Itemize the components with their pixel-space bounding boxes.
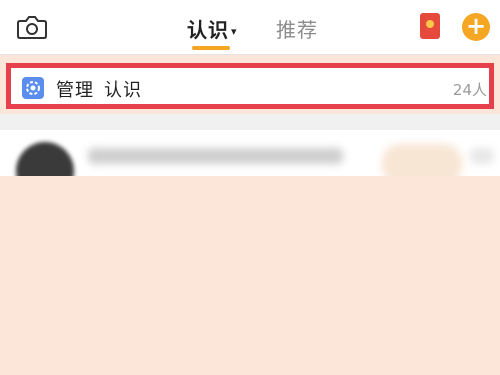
blurred-text (88, 148, 343, 164)
chevron-down-icon: ▾ (231, 25, 238, 38)
tab-label: 推荐 (276, 18, 318, 42)
gear-icon (22, 77, 44, 99)
group-list-item[interactable]: 管理 认识 24人 (6, 63, 494, 109)
plus-icon: + (465, 12, 487, 40)
feed-item[interactable] (0, 130, 500, 176)
tab-recommend[interactable]: 推荐 (276, 14, 318, 43)
blurred-text (470, 148, 494, 164)
red-packet-icon[interactable] (420, 13, 440, 39)
avatar (16, 142, 74, 176)
overlay-area (0, 176, 500, 375)
group-label-acquaintance: 认识 (104, 80, 142, 101)
coin-shape (426, 20, 434, 28)
section-divider (0, 114, 500, 130)
tab-label: 认识 (187, 18, 229, 42)
group-name: 管理 认识 (56, 76, 142, 102)
member-count: 24人 (452, 81, 487, 99)
active-tab-indicator (192, 46, 230, 50)
blurred-badge (382, 144, 462, 176)
tab-acquaintance[interactable]: 认识 ▾ (187, 14, 238, 43)
group-label-manage: 管理 (56, 80, 94, 101)
add-button[interactable]: + (462, 13, 490, 41)
top-bar: 认识 ▾ 推荐 + (0, 0, 500, 55)
